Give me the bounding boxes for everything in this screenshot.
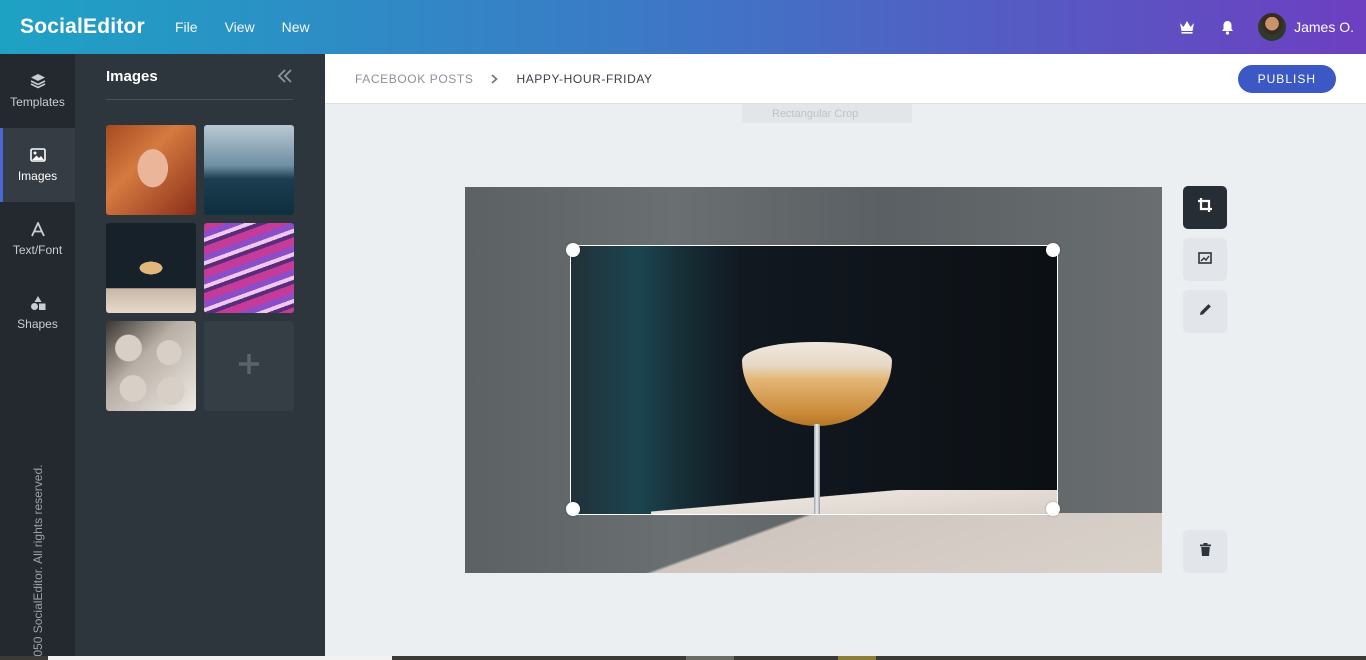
canvas-floor: [465, 513, 1162, 573]
replace-image-icon: [1198, 251, 1212, 269]
crop-table-top: [651, 490, 1057, 514]
tool-rail: Templates Images Text/Font Shapes © 2050…: [0, 54, 75, 660]
breadcrumb: FACEBOOK POSTS HAPPY-HOUR-FRIDAY PUBLISH: [325, 54, 1366, 104]
image-icon: [29, 147, 46, 163]
rail-item-text-font[interactable]: Text/Font: [0, 202, 75, 276]
crown-icon[interactable]: [1178, 18, 1196, 36]
trash-icon: [1199, 542, 1211, 561]
image-thumbnail-lava-sea[interactable]: [204, 125, 294, 215]
avatar[interactable]: [1258, 13, 1287, 41]
bottom-strip-segment: [686, 656, 734, 660]
bell-icon[interactable]: [1218, 18, 1236, 36]
crop-handle-bottom-right[interactable]: [1046, 502, 1060, 516]
delete-button[interactable]: [1183, 530, 1227, 573]
cocktail-stem: [814, 424, 820, 514]
rail-item-shapes[interactable]: Shapes: [0, 276, 75, 350]
double-chevron-left-icon[interactable]: [277, 69, 293, 88]
brand-logo[interactable]: SocialEditor: [20, 15, 175, 39]
crop-icon: [1198, 198, 1212, 217]
layers-icon: [30, 73, 46, 89]
crop-mode-hint: Rectangular Crop: [742, 104, 912, 123]
chevron-right-icon: [491, 73, 499, 84]
rail-label-images: Images: [17, 169, 58, 183]
bottom-strip-segment: [838, 656, 876, 660]
crop-handle-top-right[interactable]: [1046, 243, 1060, 257]
edit-button[interactable]: [1183, 290, 1227, 333]
pencil-icon: [1199, 303, 1212, 321]
cocktail-glass: [742, 342, 892, 426]
menu-new[interactable]: New: [282, 19, 310, 35]
image-thumbnail-portrait[interactable]: [106, 125, 196, 215]
user-area: James O.: [1178, 13, 1354, 41]
bottom-strip-segment: [48, 656, 392, 660]
images-panel: Images: [75, 54, 325, 656]
rail-item-templates[interactable]: Templates: [0, 54, 75, 128]
crop-handle-bottom-left[interactable]: [566, 502, 580, 516]
plus-icon: [238, 353, 260, 380]
breadcrumb-current: HAPPY-HOUR-FRIDAY: [516, 71, 653, 86]
publish-button[interactable]: PUBLISH: [1237, 64, 1336, 93]
copyright-text: © 2050 SocialEditor. All rights reserved…: [31, 464, 45, 660]
bottom-strip: [0, 656, 1366, 660]
menu-view[interactable]: View: [225, 19, 255, 35]
crop-area[interactable]: [570, 245, 1058, 515]
crop-tool-button[interactable]: [1183, 186, 1227, 229]
user-name[interactable]: James O.: [1294, 19, 1354, 35]
rail-item-images[interactable]: Images: [0, 128, 75, 202]
menu-file[interactable]: File: [175, 19, 198, 35]
rail-label-shapes: Shapes: [17, 317, 58, 331]
replace-image-button[interactable]: [1183, 238, 1227, 281]
crop-handle-top-left[interactable]: [566, 243, 580, 257]
image-grid: [106, 125, 294, 411]
shapes-icon: [30, 295, 46, 311]
rail-label-text-font: Text/Font: [12, 243, 63, 257]
image-thumbnail-cupcakes[interactable]: [106, 321, 196, 411]
top-bar: SocialEditor File View New James O.: [0, 0, 1366, 54]
text-icon: [30, 221, 45, 237]
breadcrumb-parent[interactable]: FACEBOOK POSTS: [355, 72, 473, 86]
rail-label-templates: Templates: [10, 95, 65, 109]
panel-header: Images: [106, 68, 293, 100]
image-thumbnail-purple-waves[interactable]: [204, 223, 294, 313]
image-thumbnail-cocktail[interactable]: [106, 223, 196, 313]
main-menu: File View New: [175, 19, 337, 35]
add-image-button[interactable]: [204, 321, 294, 411]
panel-title: Images: [106, 68, 158, 85]
